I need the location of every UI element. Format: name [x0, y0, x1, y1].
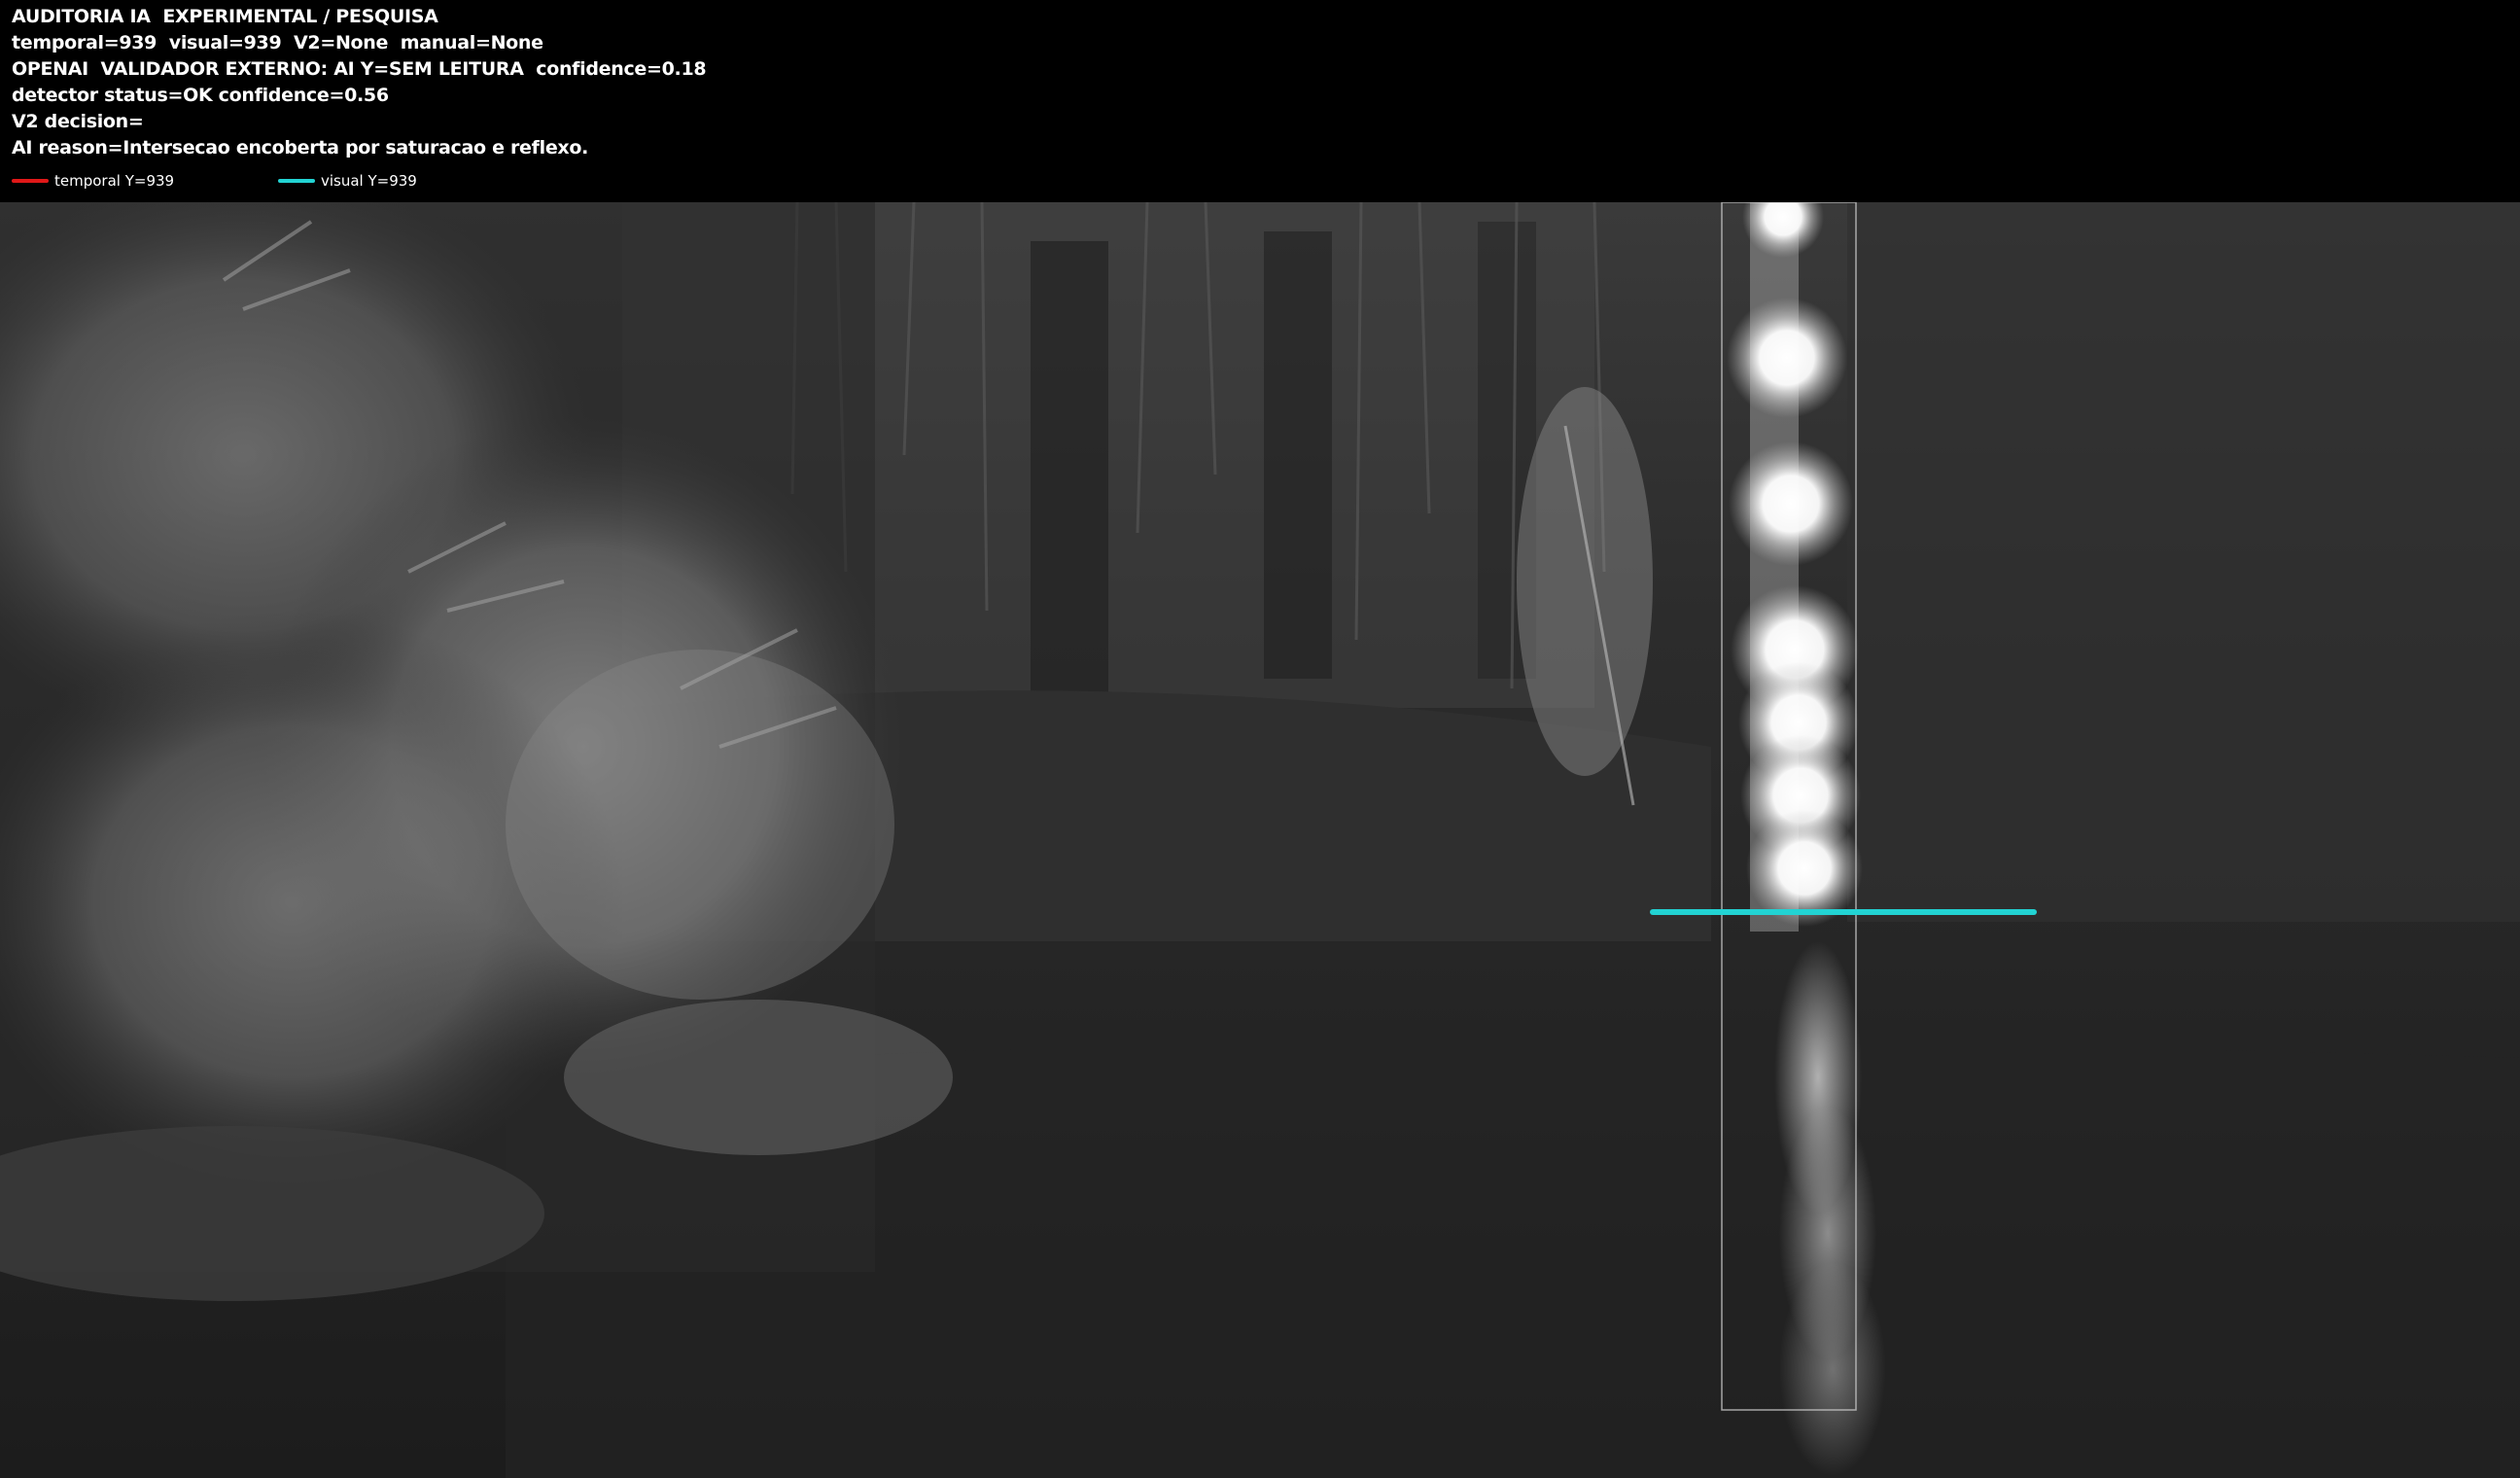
right-foliage — [1847, 202, 2520, 922]
legend-visual-label: visual Y=939 — [321, 172, 417, 190]
header-title: AUDITORIA IA EXPERIMENTAL / PESQUISA — [12, 6, 438, 27]
legend-temporal-swatch — [12, 179, 49, 183]
legend-temporal-label: temporal Y=939 — [54, 172, 175, 190]
header-ai-reason: AI reason=Intersecao encoberta por satur… — [12, 137, 589, 158]
camera-frame — [0, 202, 2520, 1478]
header-v2-decision: V2 decision= — [12, 111, 144, 132]
legend-visual-swatch — [278, 179, 315, 183]
info-header: AUDITORIA IA EXPERIMENTAL / PESQUISA tem… — [0, 0, 2520, 202]
header-detector-status: detector status=OK confidence=0.56 — [12, 85, 389, 106]
left-vegetation — [0, 202, 953, 1301]
header-readings: temporal=939 visual=939 V2=None manual=N… — [12, 32, 543, 53]
header-openai-validator: OPENAI VALIDADOR EXTERNO: AI Y=SEM LEITU… — [12, 58, 707, 80]
